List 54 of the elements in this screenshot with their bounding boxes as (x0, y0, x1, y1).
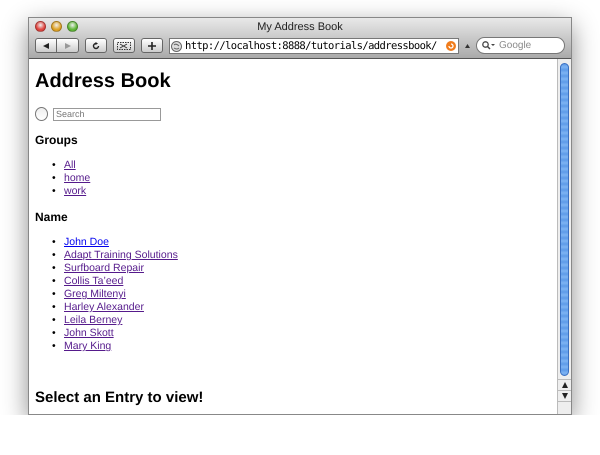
up-arrow-icon (562, 382, 568, 388)
scrollbar[interactable] (557, 59, 571, 414)
add-bookmark-button[interactable] (141, 38, 163, 53)
scroll-down-button[interactable] (558, 390, 571, 401)
address-field[interactable]: http://localhost:8888/tutorials/addressbook/ (169, 38, 459, 54)
window-title: My Address Book (257, 21, 343, 33)
entry-message: Select an Entry to view! (35, 389, 204, 406)
web-search-field[interactable]: Google (476, 37, 565, 54)
rss-icon (446, 40, 456, 50)
section-heading: Name (35, 210, 68, 224)
bullet: • (52, 327, 57, 340)
radio-button[interactable] (35, 107, 48, 121)
bullet: • (52, 159, 57, 172)
close-button[interactable] (35, 21, 46, 32)
bullet: • (52, 288, 57, 301)
contact-link[interactable]: Leila Berney (64, 314, 122, 327)
group-link[interactable]: work (64, 185, 86, 198)
bullet: • (52, 236, 57, 249)
bullet: • (52, 262, 57, 275)
back-icon (43, 42, 49, 48)
contact-link[interactable]: John Skott (64, 327, 114, 340)
search-field[interactable]: Search (53, 108, 161, 120)
bullet: • (52, 301, 57, 314)
bullet: • (52, 185, 57, 198)
bullet: • (52, 275, 57, 288)
reload-button[interactable] (85, 38, 107, 53)
bullet: • (52, 172, 57, 185)
zoom-button[interactable] (67, 21, 78, 32)
contact-link[interactable]: John Doe (64, 236, 109, 249)
contact-link[interactable]: Surfboard Repair (64, 262, 144, 275)
minimize-button[interactable] (51, 21, 62, 32)
contact-link[interactable]: Collis Ta’eed (64, 275, 124, 288)
down-arrow-icon (562, 393, 568, 399)
contact-link[interactable]: Mary King (64, 340, 112, 353)
section-heading: Groups (35, 133, 78, 147)
search-icon (482, 41, 495, 50)
scroll-up-button[interactable] (558, 379, 571, 390)
contact-link[interactable]: Harley Alexander (64, 301, 144, 314)
forward-button[interactable] (57, 38, 79, 53)
reload-icon (92, 42, 100, 50)
forward-icon (64, 42, 70, 48)
caret-icon (465, 44, 470, 48)
snapshot-button[interactable] (113, 38, 135, 53)
bullet: • (52, 249, 57, 262)
group-link[interactable]: home (64, 172, 90, 185)
page-heading: Address Book (35, 70, 171, 93)
contact-link[interactable]: Adapt Training Solutions (64, 249, 178, 262)
bullet: • (52, 314, 57, 327)
scroll-thumb[interactable] (560, 63, 569, 376)
group-link[interactable]: All (64, 159, 76, 172)
bullet: • (52, 340, 57, 353)
plus-icon (148, 42, 156, 50)
back-button[interactable] (35, 38, 57, 53)
contact-link[interactable]: Greg Miltenyi (64, 288, 126, 301)
